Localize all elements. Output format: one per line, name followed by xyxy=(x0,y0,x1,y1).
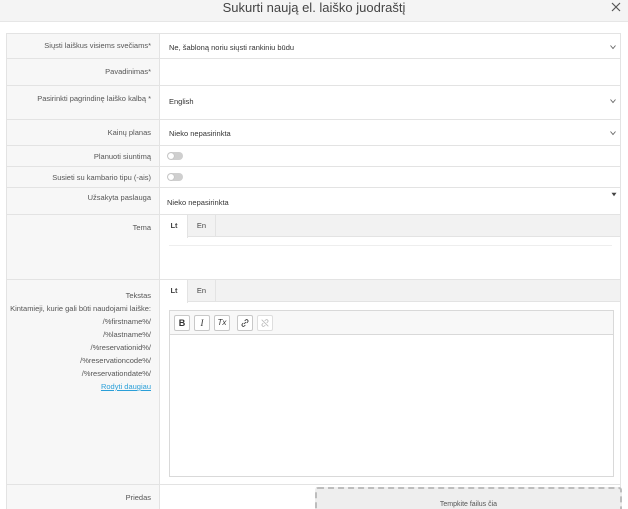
tab-subject-en[interactable]: En xyxy=(188,215,216,237)
chevron-down-icon xyxy=(610,131,616,136)
name-input[interactable] xyxy=(161,59,620,85)
bold-button[interactable]: B xyxy=(174,315,190,331)
language-value: English xyxy=(169,97,194,106)
variable-item: /%lastname%/ xyxy=(103,330,151,339)
unlink-icon xyxy=(261,319,269,327)
service-select[interactable]: Nieko nepasirinkta xyxy=(161,188,620,214)
schedule-row: Planuoti siuntimą xyxy=(7,146,620,167)
room-type-toggle[interactable] xyxy=(167,173,183,181)
tab-subject-lt[interactable]: Lt xyxy=(161,215,188,238)
send-to-all-select[interactable]: Ne, šabloną noriu siųsti rankiniu būdu xyxy=(161,34,620,58)
link-icon xyxy=(241,319,249,327)
schedule-toggle[interactable] xyxy=(167,152,183,160)
file-drop-zone[interactable]: Tempkite failus čia xyxy=(315,487,622,509)
body-language-tabs: Lt En xyxy=(161,280,620,303)
send-to-all-row: Siųsti laiškus visiems svečiams* Ne, šab… xyxy=(7,34,620,59)
language-select[interactable]: English xyxy=(161,86,620,119)
italic-button[interactable]: I xyxy=(194,315,210,331)
room-type-row: Susieti su kambario tipu (-ais) xyxy=(7,167,620,188)
link-button[interactable] xyxy=(237,315,253,331)
send-to-all-label: Siųsti laiškus visiems svečiams* xyxy=(44,41,151,50)
caret-down-icon xyxy=(611,192,617,197)
variable-item: /%reservationcode%/ xyxy=(80,356,151,365)
subject-row: Tema Lt En xyxy=(7,215,620,280)
tab-body-en[interactable]: En xyxy=(188,280,216,302)
name-row: Pavadinimas* xyxy=(7,59,620,86)
variables-list: Kintamieji, kurie gali būti naudojami la… xyxy=(10,302,151,393)
chevron-down-icon xyxy=(610,45,616,50)
tab-body-lt[interactable]: Lt xyxy=(161,280,188,303)
price-plan-select[interactable]: Nieko nepasirinkta xyxy=(161,120,620,145)
language-row: Pasirinkti pagrindinę laiško kalbą * Eng… xyxy=(7,86,620,120)
room-type-label: Susieti su kambario tipu (-ais) xyxy=(52,173,151,182)
unlink-button[interactable] xyxy=(257,315,273,331)
editor-toolbar: B I Tx xyxy=(170,311,613,335)
body-row: Tekstas Kintamieji, kurie gali būti naud… xyxy=(7,280,620,485)
drop-zone-text: Tempkite failus čia xyxy=(439,501,498,508)
service-row: Užsakyta paslauga Nieko nepasirinkta xyxy=(7,188,620,215)
draft-form: Siųsti laiškus visiems svečiams* Ne, šab… xyxy=(6,33,622,509)
variable-item: /%reservationdate%/ xyxy=(81,369,151,378)
clear-format-button[interactable]: Tx xyxy=(214,315,230,331)
name-label: Pavadinimas* xyxy=(105,67,151,76)
send-to-all-value: Ne, šabloną noriu siųsti rankiniu būdu xyxy=(169,43,295,52)
price-plan-row: Kainų planas Nieko nepasirinkta xyxy=(7,120,620,146)
rich-text-editor: B I Tx xyxy=(169,310,614,477)
schedule-label: Planuoti siuntimą xyxy=(93,152,151,161)
chevron-down-icon xyxy=(610,99,616,104)
price-plan-label: Kainų planas xyxy=(107,128,151,137)
dialog-title: Sukurti naują el. laiško juodraštį xyxy=(222,0,406,15)
dialog-header: Sukurti naują el. laiško juodraštį xyxy=(0,0,628,22)
service-label: Užsakyta paslauga xyxy=(87,193,151,202)
subject-label: Tema xyxy=(132,223,151,232)
close-icon[interactable] xyxy=(610,1,622,13)
language-label: Pasirinkti pagrindinę laiško kalbą * xyxy=(37,94,151,103)
body-label: Tekstas xyxy=(125,291,151,300)
service-value: Nieko nepasirinkta xyxy=(167,198,229,207)
variable-item: /%reservationid%/ xyxy=(90,343,151,352)
attachments-row: Priedas Tempkite failus čia xyxy=(7,485,622,509)
show-more-link[interactable]: Rodyti daugiau xyxy=(10,380,151,393)
variable-item: /%firstname%/ xyxy=(102,317,151,326)
subject-input[interactable] xyxy=(169,245,612,246)
price-plan-value: Nieko nepasirinkta xyxy=(169,129,231,138)
attachments-label: Priedas xyxy=(125,493,151,502)
subject-language-tabs: Lt En xyxy=(161,215,620,238)
variables-title: Kintamieji, kurie gali būti naudojami la… xyxy=(10,304,151,313)
editor-content[interactable] xyxy=(170,336,613,476)
